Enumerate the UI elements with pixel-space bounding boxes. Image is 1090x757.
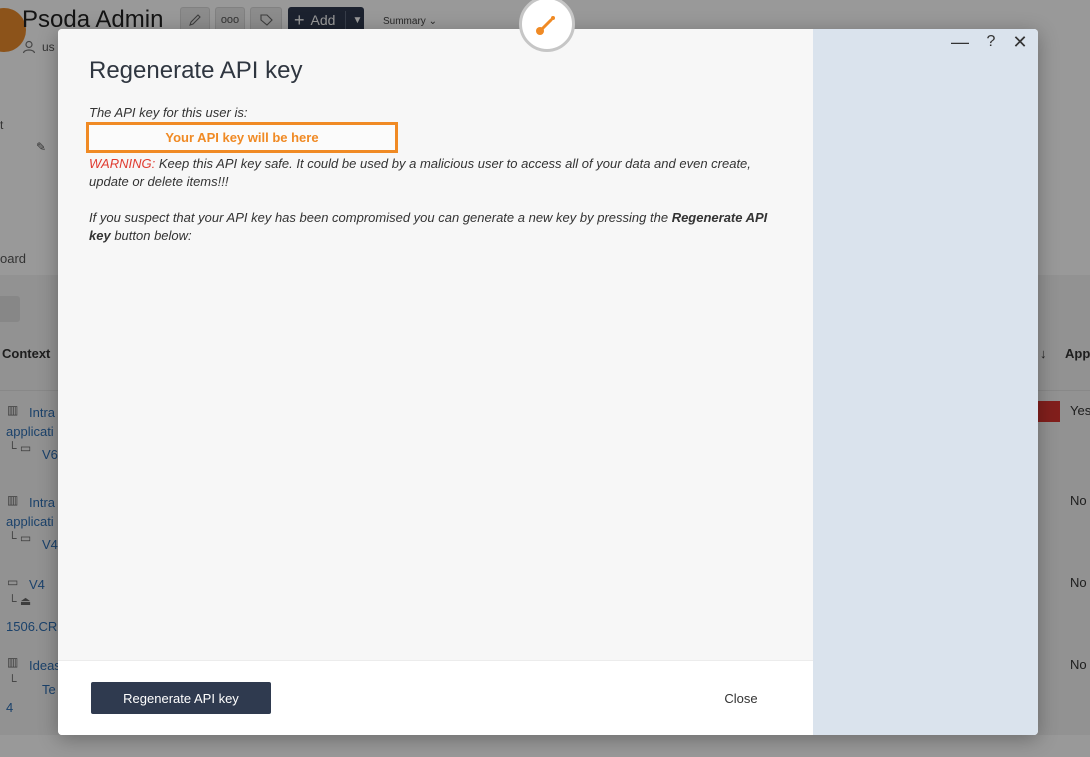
api-key-placeholder: Your API key will be here	[165, 130, 319, 145]
warning-label: WARNING:	[89, 156, 156, 171]
warning-text: WARNING: Keep this API key safe. It coul…	[89, 155, 769, 191]
dialog-side-panel: — ? ✕	[813, 29, 1038, 735]
regenerate-api-key-dialog: Regenerate API key The API key for this …	[58, 29, 1038, 735]
api-key-display: Your API key will be here	[86, 122, 398, 153]
help-icon[interactable]: ?	[980, 31, 1002, 53]
minimize-icon[interactable]: —	[949, 31, 971, 53]
instructions-before: If you suspect that your API key has bee…	[89, 210, 672, 225]
close-icon[interactable]: ✕	[1009, 31, 1031, 53]
instructions-after: button below:	[110, 228, 192, 243]
dialog-content: Regenerate API key The API key for this …	[58, 29, 813, 660]
wrench-key-icon	[536, 16, 555, 35]
close-button[interactable]: Close	[708, 682, 774, 714]
instructions-text: If you suspect that your API key has bee…	[89, 209, 769, 245]
regenerate-api-key-button[interactable]: Regenerate API key	[91, 682, 271, 714]
warning-message: Keep this API key safe. It could be used…	[89, 156, 751, 189]
api-key-intro: The API key for this user is:	[89, 105, 248, 120]
dialog-title: Regenerate API key	[89, 57, 303, 84]
